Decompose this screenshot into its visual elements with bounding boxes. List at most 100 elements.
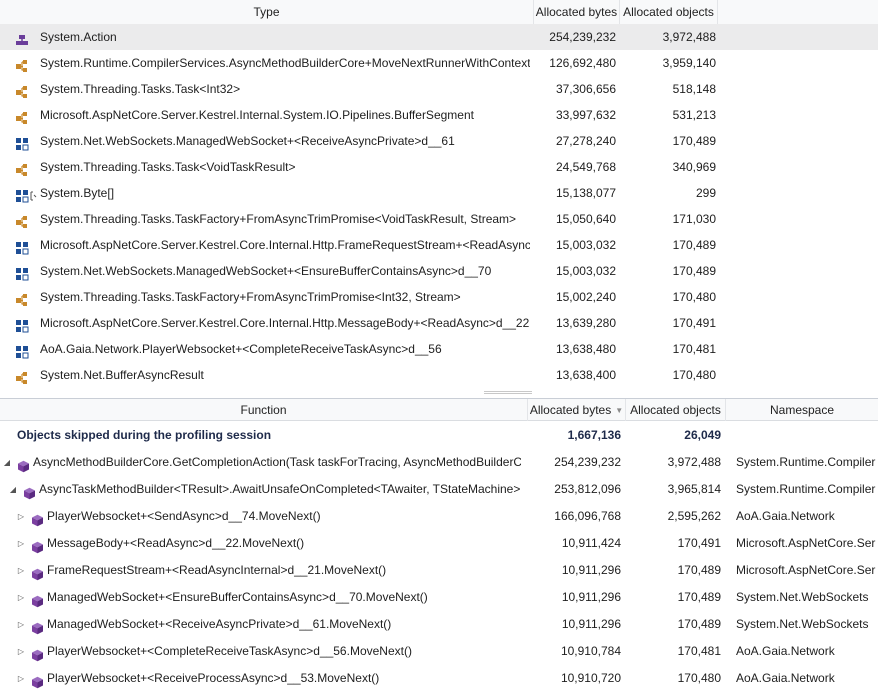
type-name: System.Net.WebSockets.ManagedWebSocket+<… bbox=[40, 264, 492, 278]
allocated-objects-cell: 170,489 bbox=[672, 264, 716, 278]
call-tree-row[interactable]: ◢ AsyncMethodBuilderCore.GetCompletionAct… bbox=[0, 449, 878, 476]
type-row[interactable]: System.Net.WebSockets.ManagedWebSocket+<… bbox=[0, 128, 878, 154]
struct-icon bbox=[15, 264, 29, 281]
class-icon bbox=[15, 160, 29, 176]
allocated-objects-cell: 340,969 bbox=[672, 160, 716, 174]
column-header-namespace[interactable]: Namespace bbox=[726, 399, 878, 421]
type-name: System.Net.BufferAsyncResult bbox=[40, 368, 204, 382]
allocated-objects-cell: 518,148 bbox=[672, 82, 716, 96]
namespace-cell: System.Net.WebSockets bbox=[736, 617, 869, 631]
collapsed-arrow-icon[interactable]: ▷ bbox=[16, 611, 26, 638]
type-row[interactable]: Microsoft.AspNetCore.Server.Kestrel.Core… bbox=[0, 310, 878, 336]
type-row[interactable]: System.Byte[] 15,138,077 299 bbox=[0, 180, 878, 206]
method-icon bbox=[31, 645, 44, 662]
type-name: Microsoft.AspNetCore.Server.Kestrel.Inte… bbox=[40, 108, 474, 122]
type-row[interactable]: System.Net.WebSockets.ManagedWebSocket+<… bbox=[0, 258, 878, 284]
allocated-objects-cell: 3,959,140 bbox=[662, 56, 716, 70]
allocated-objects-cell: 170,480 bbox=[672, 368, 716, 382]
call-tree-row[interactable]: ▷ ManagedWebSocket+<ReceiveAsyncPrivate>d… bbox=[0, 611, 878, 638]
expanded-arrow-icon[interactable]: ◢ bbox=[8, 476, 18, 503]
function-name: PlayerWebsocket+<CompleteReceiveTaskAsyn… bbox=[47, 644, 412, 658]
allocated-bytes-cell: 15,003,032 bbox=[555, 238, 616, 252]
call-tree-row[interactable]: ▷ PlayerWebsocket+<ReceiveProcessAsync>d_… bbox=[0, 665, 878, 691]
allocated-bytes-cell: 27,278,240 bbox=[555, 134, 616, 148]
function-name: ManagedWebSocket+<EnsureBufferContainsAs… bbox=[47, 590, 428, 604]
method-icon bbox=[31, 618, 44, 635]
column-header-type[interactable]: Type bbox=[0, 0, 534, 25]
column-header-function[interactable]: Function bbox=[0, 399, 528, 421]
collapsed-arrow-icon[interactable]: ▷ bbox=[16, 530, 26, 557]
skipped-allocated-objects: 26,049 bbox=[684, 428, 721, 442]
column-header-allocated-objects[interactable]: Allocated objects bbox=[626, 399, 726, 421]
type-row[interactable]: System.Net.BufferAsyncResult 13,638,400 17… bbox=[0, 362, 878, 386]
class-icon bbox=[15, 56, 29, 72]
call-tree-row[interactable]: ▷ PlayerWebsocket+<SendAsync>d__74.MoveNe… bbox=[0, 503, 878, 530]
column-header-allocated-bytes[interactable]: Allocated bytes ▼ bbox=[528, 399, 626, 421]
struct-icon bbox=[15, 134, 29, 151]
allocated-bytes-cell: 13,639,280 bbox=[555, 316, 616, 330]
call-tree-row[interactable]: ▷ ManagedWebSocket+<EnsureBufferContainsA… bbox=[0, 584, 878, 611]
namespace-cell: AoA.Gaia.Network bbox=[736, 509, 835, 523]
skipped-allocated-bytes: 1,667,136 bbox=[567, 428, 621, 442]
allocated-objects-cell: 170,481 bbox=[672, 342, 716, 356]
collapsed-arrow-icon[interactable]: ▷ bbox=[16, 503, 26, 530]
type-row[interactable]: System.Runtime.CompilerServices.AsyncMet… bbox=[0, 50, 878, 76]
allocated-bytes-cell: 37,306,656 bbox=[555, 82, 616, 96]
type-name: Microsoft.AspNetCore.Server.Kestrel.Core… bbox=[40, 316, 530, 330]
type-row[interactable]: System.Threading.Tasks.Task<VoidTaskResu… bbox=[0, 154, 878, 180]
struct-icon bbox=[15, 238, 29, 255]
call-tree-row[interactable]: ▷ MessageBody+<ReadAsync>d__22.MoveNext()… bbox=[0, 530, 878, 557]
types-grid-header: Type Allocated bytes Allocated objects bbox=[0, 0, 878, 25]
call-tree-grid-header: Function Allocated bytes ▼ Allocated obje… bbox=[0, 399, 878, 421]
type-name: System.Net.WebSockets.ManagedWebSocket+<… bbox=[40, 134, 455, 148]
panel-splitter[interactable] bbox=[0, 386, 878, 399]
type-name: System.Runtime.CompilerServices.AsyncMet… bbox=[40, 56, 530, 70]
allocated-objects-cell: 170,480 bbox=[672, 290, 716, 304]
collapsed-arrow-icon[interactable]: ▷ bbox=[16, 584, 26, 611]
class-icon bbox=[15, 82, 29, 98]
skipped-objects-row[interactable]: Objects skipped during the profiling ses… bbox=[0, 422, 878, 449]
call-tree-row[interactable]: ◢ AsyncTaskMethodBuilder<TResult>.AwaitUn… bbox=[0, 476, 878, 503]
splitter-grip[interactable] bbox=[484, 391, 532, 394]
type-row[interactable]: System.Threading.Tasks.TaskFactory+FromA… bbox=[0, 206, 878, 232]
allocated-bytes-cell: 15,002,240 bbox=[555, 290, 616, 304]
allocated-bytes-cell: 15,138,077 bbox=[555, 186, 616, 200]
type-name: System.Threading.Tasks.TaskFactory+FromA… bbox=[40, 290, 461, 304]
type-row[interactable]: AoA.Gaia.Network.PlayerWebsocket+<Comple… bbox=[0, 336, 878, 362]
allocated-objects-cell: 299 bbox=[695, 186, 716, 200]
column-header-allocated-objects[interactable]: Allocated objects bbox=[620, 0, 718, 25]
namespace-cell: System.Net.WebSockets bbox=[736, 590, 869, 604]
type-row[interactable]: System.Action 254,239,232 3,972,488 bbox=[0, 24, 878, 50]
allocated-objects-cell: 171,030 bbox=[672, 212, 716, 226]
type-row[interactable]: Microsoft.AspNetCore.Server.Kestrel.Core… bbox=[0, 232, 878, 258]
expanded-arrow-icon[interactable]: ◢ bbox=[2, 449, 12, 476]
allocated-bytes-cell: 24,549,768 bbox=[555, 160, 616, 174]
type-row[interactable]: System.Threading.Tasks.Task<Int32> 37,306… bbox=[0, 76, 878, 102]
type-name: System.Action bbox=[40, 30, 117, 44]
array-struct-icon bbox=[15, 186, 37, 203]
allocated-bytes-cell: 10,910,720 bbox=[560, 671, 621, 685]
allocated-bytes-cell: 253,812,096 bbox=[554, 482, 621, 496]
function-name: AsyncMethodBuilderCore.GetCompletionActi… bbox=[33, 455, 521, 469]
function-name: AsyncTaskMethodBuilder<TResult>.AwaitUns… bbox=[39, 482, 521, 496]
collapsed-arrow-icon[interactable]: ▷ bbox=[16, 557, 26, 584]
type-name: System.Threading.Tasks.Task<Int32> bbox=[40, 82, 241, 96]
types-grid: Type Allocated bytes Allocated objects S… bbox=[0, 0, 878, 386]
method-icon bbox=[23, 483, 36, 500]
collapsed-arrow-icon[interactable]: ▷ bbox=[16, 665, 26, 691]
allocated-bytes-cell: 10,911,296 bbox=[561, 563, 621, 577]
method-icon bbox=[31, 672, 44, 689]
class-icon bbox=[15, 212, 29, 228]
allocated-bytes-cell: 166,096,768 bbox=[554, 509, 621, 523]
call-tree-grid: Function Allocated bytes ▼ Allocated obje… bbox=[0, 399, 878, 691]
call-tree-row[interactable]: ▷ PlayerWebsocket+<CompleteReceiveTaskAsy… bbox=[0, 638, 878, 665]
column-header-allocated-bytes[interactable]: Allocated bytes bbox=[534, 0, 620, 25]
type-row[interactable]: System.Threading.Tasks.TaskFactory+FromA… bbox=[0, 284, 878, 310]
collapsed-arrow-icon[interactable]: ▷ bbox=[16, 638, 26, 665]
namespace-cell: System.Runtime.Compiler bbox=[736, 482, 876, 496]
type-row[interactable]: Microsoft.AspNetCore.Server.Kestrel.Inte… bbox=[0, 102, 878, 128]
allocated-objects-cell: 170,481 bbox=[677, 644, 721, 658]
namespace-cell: Microsoft.AspNetCore.Ser bbox=[736, 536, 876, 550]
call-tree-row[interactable]: ▷ FrameRequestStream+<ReadAsyncInternal>d… bbox=[0, 557, 878, 584]
allocated-bytes-cell: 33,997,632 bbox=[555, 108, 616, 122]
